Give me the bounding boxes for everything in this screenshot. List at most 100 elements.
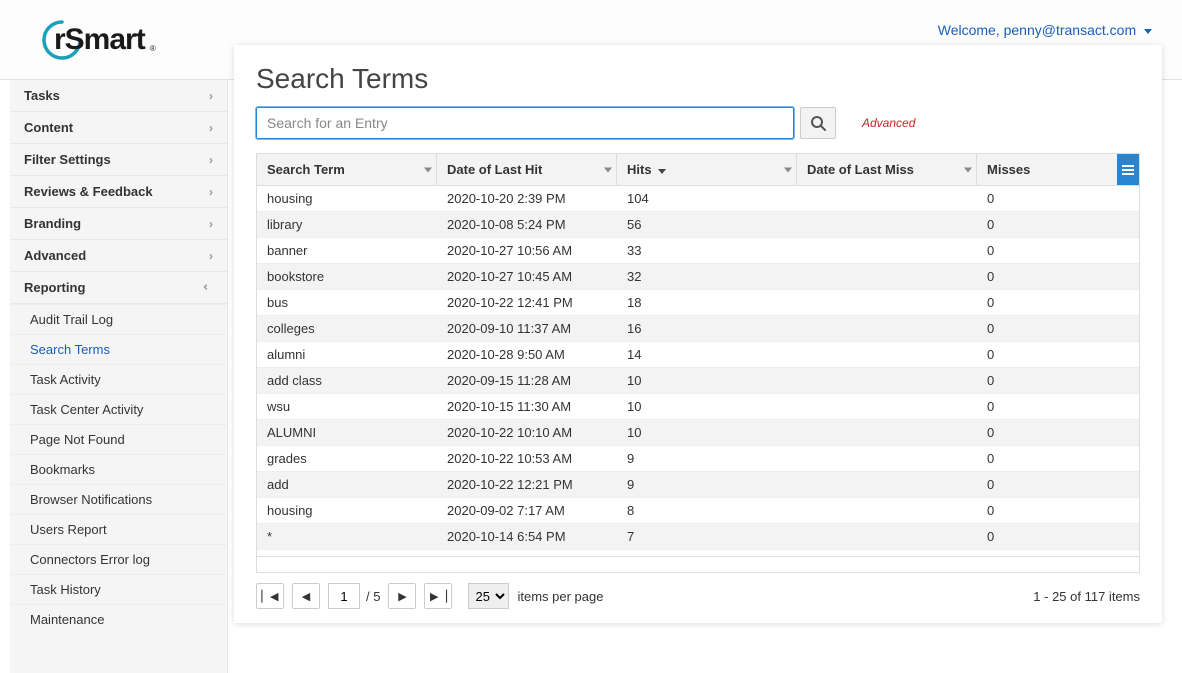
sidebar-item-browser-notifications[interactable]: Browser Notifications: [10, 484, 227, 514]
table-row[interactable]: wsu2020-10-15 11:30 AM100: [257, 394, 1139, 420]
column-filter-icon[interactable]: [424, 167, 432, 172]
table-row[interactable]: bus2020-10-22 12:41 PM180: [257, 290, 1139, 316]
cell: 2020-10-08 5:24 PM: [437, 212, 617, 237]
next-page-button[interactable]: ▶: [388, 583, 416, 609]
table-row[interactable]: ALUMNI2020-10-22 10:10 AM100: [257, 420, 1139, 446]
page-size-label: items per page: [517, 589, 603, 604]
page-size-select[interactable]: 25: [468, 583, 509, 609]
cell: 33: [617, 238, 797, 263]
cell: [797, 316, 977, 341]
advanced-search-link[interactable]: Advanced: [862, 116, 915, 130]
column-header-date-of-last-miss[interactable]: Date of Last Miss: [797, 154, 977, 185]
cell: [797, 498, 977, 523]
column-header-misses[interactable]: Misses: [977, 154, 1139, 185]
chevron-right-icon: ›: [209, 89, 213, 103]
cell: [797, 212, 977, 237]
cell: 0: [977, 316, 1139, 341]
sidebar-item-maintenance[interactable]: Maintenance: [10, 604, 227, 634]
table-row[interactable]: *2020-10-14 6:54 PM70: [257, 524, 1139, 550]
last-page-button[interactable]: ▶▕: [424, 583, 452, 609]
sidebar-item-task-center-activity[interactable]: Task Center Activity: [10, 394, 227, 424]
search-icon: [810, 115, 826, 131]
search-button[interactable]: [800, 107, 836, 139]
sidebar-item-page-not-found[interactable]: Page Not Found: [10, 424, 227, 454]
table-row[interactable]: housing2020-10-20 2:39 PM1040: [257, 186, 1139, 212]
cell: 2020-10-27 10:56 AM: [437, 238, 617, 263]
cell: 0: [977, 446, 1139, 471]
cell: [797, 342, 977, 367]
cell: 0: [977, 238, 1139, 263]
column-filter-icon[interactable]: [964, 167, 972, 172]
sidebar-group-reviews-feedback[interactable]: Reviews & Feedback ›: [10, 176, 227, 208]
sidebar-item-task-activity[interactable]: Task Activity: [10, 364, 227, 394]
cell: 104: [617, 186, 797, 211]
cell: 10: [617, 420, 797, 445]
cell: [797, 420, 977, 445]
welcome-prefix: Welcome,: [938, 22, 1004, 38]
column-filter-icon[interactable]: [784, 167, 792, 172]
sidebar-group-content[interactable]: Content›: [10, 112, 227, 144]
cell: 18: [617, 290, 797, 315]
cell: [797, 446, 977, 471]
sidebar-item-audit-trail-log[interactable]: Audit Trail Log: [10, 304, 227, 334]
grid-body[interactable]: housing2020-10-20 2:39 PM1040library2020…: [257, 186, 1139, 556]
cell: 2020-10-28 9:50 AM: [437, 342, 617, 367]
table-row[interactable]: add class2020-09-15 11:28 AM100: [257, 368, 1139, 394]
sidebar-group-label: Content: [24, 120, 73, 135]
sidebar-item-task-history[interactable]: Task History: [10, 574, 227, 604]
table-row[interactable]: banner2020-10-27 10:56 AM330: [257, 238, 1139, 264]
sidebar-group-filter-settings[interactable]: Filter Settings›: [10, 144, 227, 176]
column-header-date-of-last-hit[interactable]: Date of Last Hit: [437, 154, 617, 185]
search-input[interactable]: [256, 107, 794, 139]
user-menu[interactable]: Welcome, penny@transact.com: [938, 22, 1152, 38]
first-page-button[interactable]: ▏◀: [256, 583, 284, 609]
table-row[interactable]: add2020-10-22 12:21 PM90: [257, 472, 1139, 498]
cell: 0: [977, 472, 1139, 497]
column-header-search-term[interactable]: Search Term: [257, 154, 437, 185]
prev-page-button[interactable]: ◀: [292, 583, 320, 609]
page-input[interactable]: [328, 583, 360, 609]
search-row: Advanced: [256, 107, 1140, 139]
column-header-hits[interactable]: Hits: [617, 154, 797, 185]
sidebar-item-search-terms[interactable]: Search Terms: [10, 334, 227, 364]
sidebar-group-label: Filter Settings: [24, 152, 111, 167]
sidebar-item-bookmarks[interactable]: Bookmarks: [10, 454, 227, 484]
cell: *: [257, 524, 437, 549]
cell: 2020-10-22 10:53 AM: [437, 446, 617, 471]
sidebar-item-connectors-error-log[interactable]: Connectors Error log: [10, 544, 227, 574]
table-row[interactable]: bookstore2020-10-27 10:45 AM320: [257, 264, 1139, 290]
table-row[interactable]: grades2020-10-22 10:53 AM90: [257, 446, 1139, 472]
sidebar-group-reporting[interactable]: Reporting⌄: [10, 272, 227, 304]
table-row[interactable]: library2020-10-08 5:24 PM560: [257, 212, 1139, 238]
cell: alumni: [257, 342, 437, 367]
chevron-right-icon: ›: [209, 185, 213, 199]
grid-horizontal-scroll[interactable]: [257, 556, 1139, 572]
cell: [797, 264, 977, 289]
cell: 8: [617, 498, 797, 523]
cell: add: [257, 472, 437, 497]
table-row[interactable]: alumni2020-10-28 9:50 AM140: [257, 342, 1139, 368]
sidebar-group-branding[interactable]: Branding›: [10, 208, 227, 240]
pager: ▏◀ ◀ / 5 ▶ ▶▕ 25 items per page 1 - 25 o…: [256, 573, 1140, 609]
column-header-label: Search Term: [267, 162, 345, 177]
sidebar-group-tasks[interactable]: Tasks›: [10, 80, 227, 112]
sidebar: Tasks›Content›Filter Settings›Reviews & …: [10, 80, 228, 673]
sidebar-group-label: Reviews & Feedback: [24, 184, 153, 199]
cell: 0: [977, 186, 1139, 211]
cell: ALUMNI: [257, 420, 437, 445]
sidebar-item-users-report[interactable]: Users Report: [10, 514, 227, 544]
cell: 2020-09-10 11:37 AM: [437, 316, 617, 341]
table-row[interactable]: housing2020-09-02 7:17 AM80: [257, 498, 1139, 524]
sidebar-group-label: Reporting: [24, 280, 85, 295]
cell: colleges: [257, 316, 437, 341]
page-of-label: / 5: [366, 589, 380, 604]
cell: 0: [977, 342, 1139, 367]
column-filter-icon[interactable]: [604, 167, 612, 172]
cell: 2020-10-15 11:30 AM: [437, 394, 617, 419]
table-row[interactable]: colleges2020-09-10 11:37 AM160: [257, 316, 1139, 342]
cell: 9: [617, 472, 797, 497]
sidebar-group-advanced[interactable]: Advanced›: [10, 240, 227, 272]
cell: [797, 394, 977, 419]
column-menu-button[interactable]: [1117, 154, 1139, 185]
logo: rSmart ®: [40, 18, 145, 62]
